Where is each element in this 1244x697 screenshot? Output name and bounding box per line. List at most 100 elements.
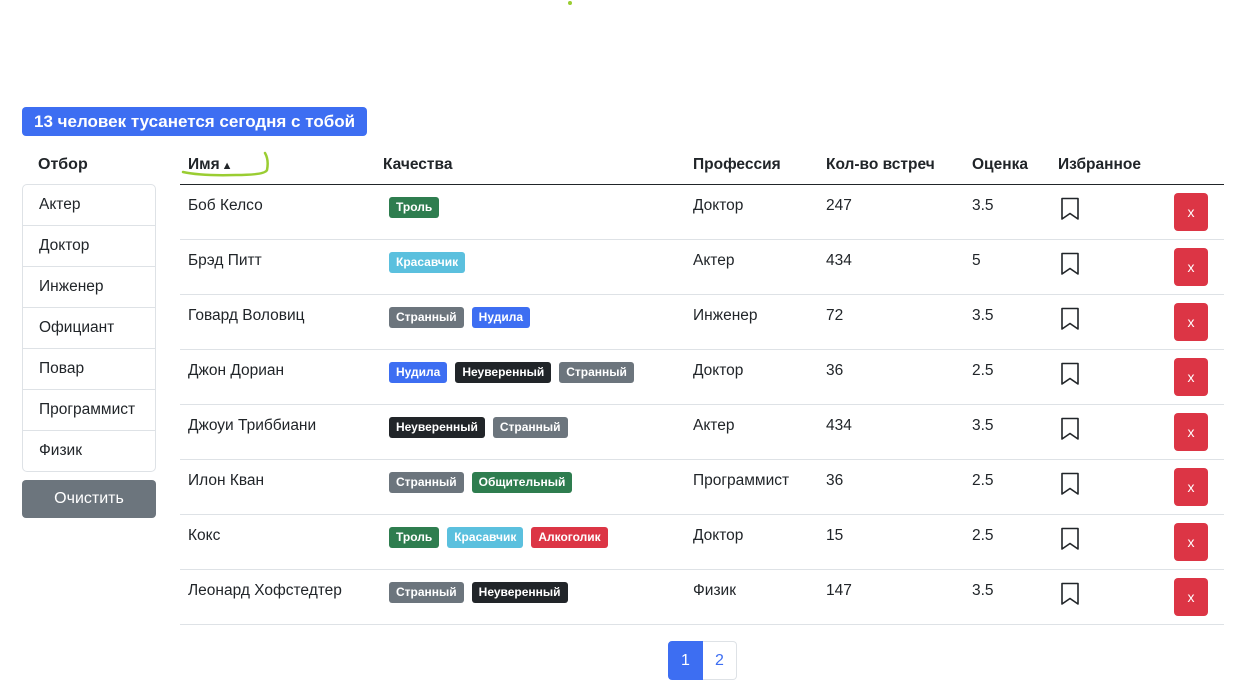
- cell-qualities: Неуверенный Странный: [383, 404, 693, 460]
- person-name: Джоуи Триббиани: [188, 417, 317, 434]
- cell-rating: 2.5: [972, 459, 1058, 515]
- table-row: Леонард Хофстедтер Странный Неуверенный Ф…: [180, 569, 1224, 625]
- column-header-qualities[interactable]: Качества: [383, 146, 693, 185]
- cell-favorite: [1058, 514, 1174, 570]
- meetings-value: 36: [826, 362, 844, 379]
- profession-value: Доктор: [693, 362, 744, 379]
- cell-actions: x: [1174, 349, 1224, 405]
- filter-item[interactable]: Актер: [23, 185, 155, 226]
- delete-button[interactable]: x: [1174, 358, 1208, 396]
- delete-button[interactable]: x: [1174, 193, 1208, 231]
- person-name: Джон Дориан: [188, 362, 285, 379]
- meetings-value: 247: [826, 197, 852, 214]
- filter-item[interactable]: Повар: [23, 349, 155, 390]
- cell-name: Кокс: [180, 514, 383, 570]
- rating-value: 2.5: [972, 472, 994, 489]
- cell-qualities: Странный Неуверенный: [383, 569, 693, 625]
- page-2-button[interactable]: 2: [703, 641, 737, 680]
- profession-value: Инженер: [693, 307, 758, 324]
- delete-button[interactable]: x: [1174, 468, 1208, 506]
- cell-favorite: [1058, 569, 1174, 625]
- quality-badge: Троль: [389, 197, 440, 218]
- cell-profession: Доктор: [693, 349, 826, 405]
- cell-favorite: [1058, 184, 1174, 240]
- bookmark-icon[interactable]: [1060, 197, 1080, 221]
- cell-qualities: Красавчик: [383, 239, 693, 295]
- person-name: Боб Келсо: [188, 197, 263, 214]
- filter-item[interactable]: Программист: [23, 390, 155, 431]
- cell-favorite: [1058, 349, 1174, 405]
- table-row: Кокс Троль Красавчик Алкоголик Доктор 15 2…: [180, 514, 1224, 570]
- cell-profession: Инженер: [693, 294, 826, 350]
- table-row: Боб Келсо Троль Доктор 247 3.5 x: [180, 184, 1224, 240]
- sort-ascending-icon: ▲: [221, 160, 233, 172]
- clear-filter-button[interactable]: Очистить: [22, 480, 156, 518]
- cell-meetings: 36: [826, 349, 972, 405]
- cell-qualities: Троль: [383, 184, 693, 240]
- quality-badge: Странный: [559, 362, 634, 383]
- page-1-button[interactable]: 1: [668, 641, 703, 680]
- rating-value: 5: [972, 252, 981, 269]
- quality-badges: Странный Нудила: [383, 295, 693, 328]
- cell-qualities: Нудила Неуверенный Странный: [383, 349, 693, 405]
- cell-actions: x: [1174, 184, 1224, 240]
- bookmark-icon[interactable]: [1060, 417, 1080, 441]
- cell-profession: Актер: [693, 404, 826, 460]
- delete-button[interactable]: x: [1174, 248, 1208, 286]
- cell-meetings: 434: [826, 239, 972, 295]
- filter-item[interactable]: Физик: [23, 431, 155, 471]
- bookmark-icon[interactable]: [1060, 252, 1080, 276]
- person-name: Говард Воловиц: [188, 307, 305, 324]
- cell-actions: x: [1174, 459, 1224, 515]
- rating-value: 3.5: [972, 417, 994, 434]
- cell-profession: Физик: [693, 569, 826, 625]
- decorative-dot: [568, 1, 572, 5]
- bookmark-icon[interactable]: [1060, 362, 1080, 386]
- column-header-meetings[interactable]: Кол-во встреч: [826, 146, 972, 185]
- quality-badge: Неуверенный: [389, 417, 485, 438]
- column-header-favorite[interactable]: Избранное: [1058, 146, 1174, 185]
- column-header-rating[interactable]: Оценка: [972, 146, 1058, 185]
- cell-rating: 5: [972, 239, 1058, 295]
- quality-badge: Неуверенный: [471, 582, 568, 603]
- cell-qualities: Странный Общительный: [383, 459, 693, 515]
- people-count-badge: 13 человек тусанется сегодня с тобой: [22, 107, 368, 136]
- delete-button[interactable]: x: [1174, 578, 1208, 616]
- filter-item[interactable]: Доктор: [23, 226, 155, 267]
- bookmark-icon[interactable]: [1060, 307, 1080, 331]
- table-row: Говард Воловиц Странный Нудила Инженер 72…: [180, 294, 1224, 350]
- profession-filter-list: Актер Доктор Инженер Официант Повар Прог…: [22, 184, 156, 472]
- profession-value: Программист: [693, 472, 790, 489]
- cell-favorite: [1058, 294, 1174, 350]
- filter-item[interactable]: Официант: [23, 308, 155, 349]
- table-row: Илон Кван Странный Общительный Программис…: [180, 459, 1224, 515]
- quality-badge: Неуверенный: [455, 362, 552, 383]
- meetings-value: 434: [826, 252, 852, 269]
- column-header-profession[interactable]: Профессия: [693, 146, 826, 185]
- quality-badge: Нудила: [471, 307, 531, 328]
- column-header-name-label: Имя: [188, 156, 220, 173]
- cell-rating: 2.5: [972, 349, 1058, 405]
- delete-button[interactable]: x: [1174, 523, 1208, 561]
- person-name: Илон Кван: [188, 472, 265, 489]
- cell-actions: x: [1174, 294, 1224, 350]
- quality-badge: Странный: [492, 417, 568, 438]
- quality-badges: Красавчик: [383, 240, 693, 273]
- bookmark-icon[interactable]: [1060, 472, 1080, 496]
- quality-badge: Красавчик: [389, 252, 466, 273]
- table-row: Брэд Питт Красавчик Актер 434 5 x: [180, 239, 1224, 295]
- cell-name: Леонард Хофстедтер: [180, 569, 383, 625]
- cell-name: Говард Воловиц: [180, 294, 383, 350]
- column-header-name[interactable]: Имя ▲: [180, 146, 383, 185]
- quality-badge: Странный: [389, 307, 464, 328]
- quality-badge: Нудила: [389, 362, 448, 383]
- cell-actions: x: [1174, 404, 1224, 460]
- cell-favorite: [1058, 459, 1174, 515]
- delete-button[interactable]: x: [1174, 413, 1208, 451]
- quality-badge: Красавчик: [447, 527, 524, 548]
- filter-item[interactable]: Инженер: [23, 267, 155, 308]
- quality-badges: Странный Общительный: [383, 460, 693, 493]
- bookmark-icon[interactable]: [1060, 582, 1080, 606]
- bookmark-icon[interactable]: [1060, 527, 1080, 551]
- delete-button[interactable]: x: [1174, 303, 1208, 341]
